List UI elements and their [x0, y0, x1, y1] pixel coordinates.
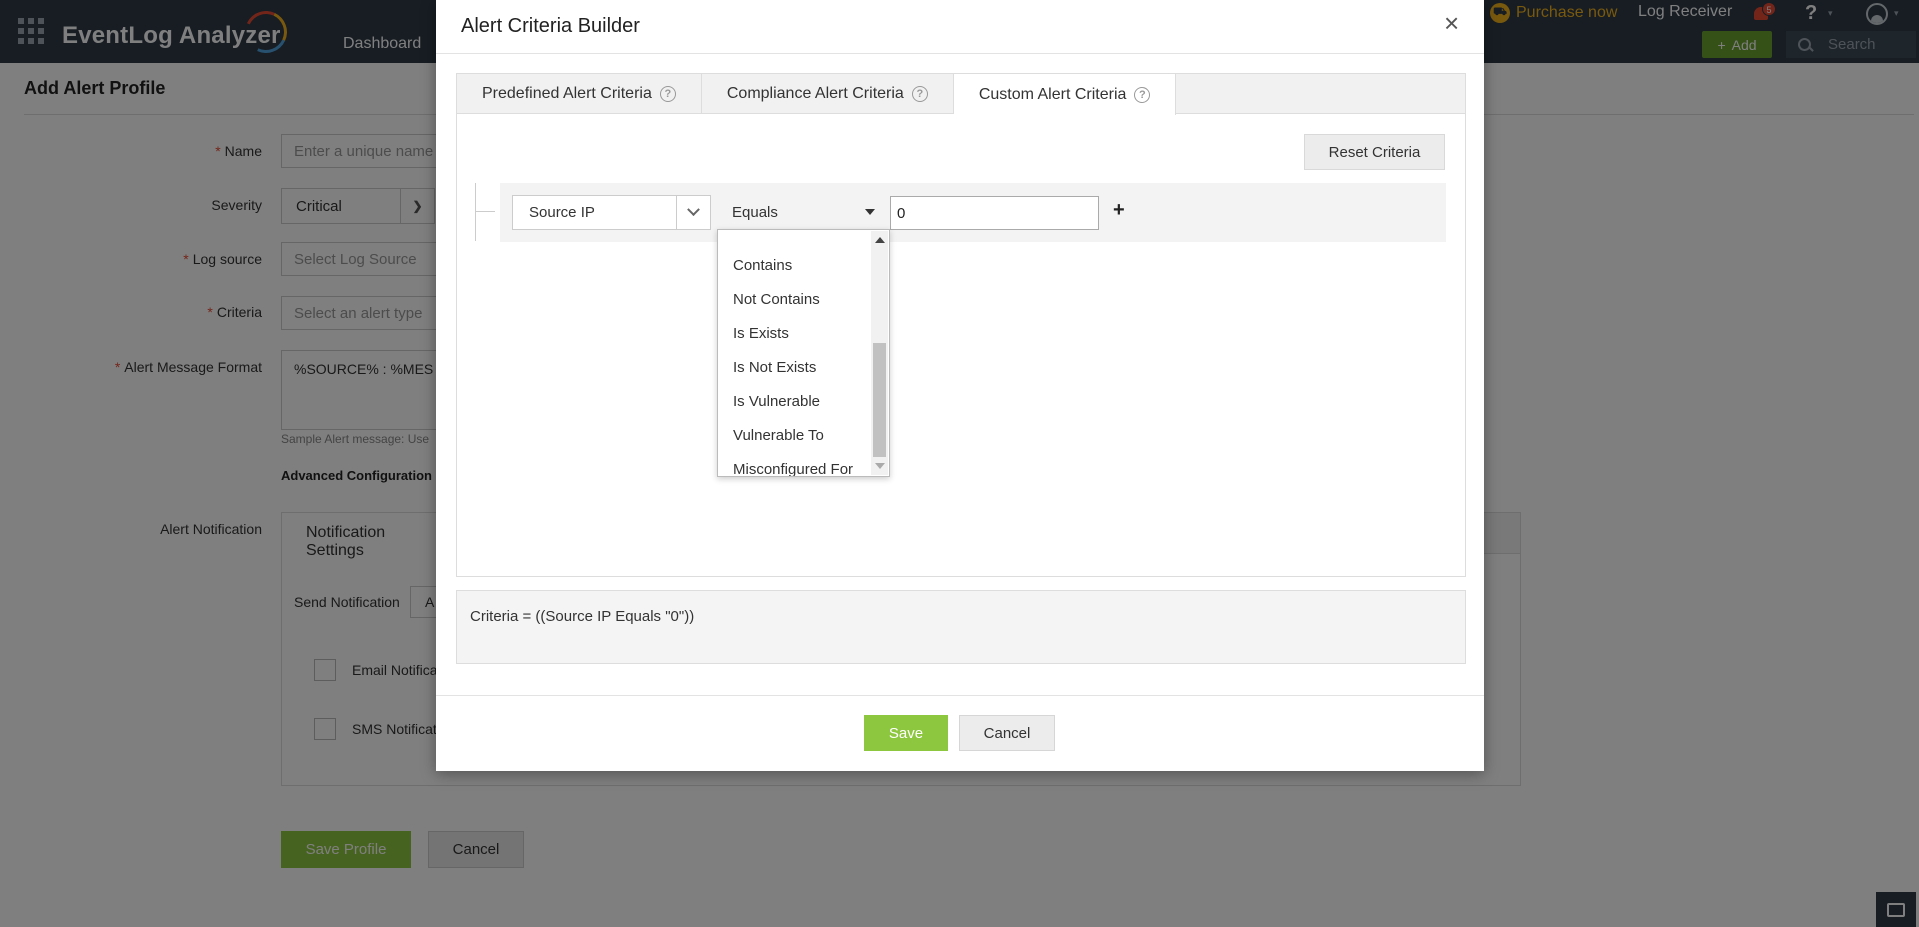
help-circle-icon[interactable]: ? [911, 86, 928, 102]
help-circle-icon[interactable]: ? [659, 86, 676, 102]
criteria-tabs: Predefined Alert Criteria ? Compliance A… [456, 73, 1466, 115]
modal-title: Alert Criteria Builder [461, 15, 640, 37]
operator-option-is-exists[interactable]: Is Exists [733, 325, 789, 342]
save-button[interactable]: Save [864, 715, 948, 751]
close-icon[interactable]: × [1444, 10, 1459, 36]
tree-connector-horizontal [475, 211, 495, 212]
scrollbar-thumb[interactable] [873, 343, 886, 457]
alert-criteria-builder-modal: Alert Criteria Builder × Predefined Aler… [436, 0, 1484, 771]
field-select[interactable]: Source IP [512, 195, 711, 230]
tab-custom-alert-criteria[interactable]: Custom Alert Criteria ? [953, 74, 1177, 115]
help-circle-icon[interactable]: ? [1134, 86, 1151, 103]
modal-footer-divider [436, 695, 1484, 696]
operator-select[interactable]: Equals [718, 195, 878, 230]
scroll-up-icon[interactable] [875, 237, 885, 243]
dropdown-scrollbar[interactable] [871, 231, 888, 475]
cancel-button[interactable]: Cancel [959, 715, 1055, 751]
value-input[interactable] [890, 196, 1099, 230]
tab-predefined-alert-criteria[interactable]: Predefined Alert Criteria ? [457, 74, 702, 114]
caret-down-icon[interactable] [865, 209, 875, 215]
operator-dropdown: Contains Not Contains Is Exists Is Not E… [717, 229, 890, 477]
add-condition-icon[interactable]: + [1113, 199, 1125, 222]
criteria-expression: Criteria = ((Source IP Equals "0")) [456, 590, 1466, 664]
tree-connector-vertical [475, 183, 476, 241]
chevron-down-icon [676, 196, 710, 229]
operator-option-contains[interactable]: Contains [733, 257, 792, 274]
operator-option-misconfigured-for[interactable]: Misconfigured For [733, 461, 853, 476]
scroll-down-icon[interactable] [875, 463, 885, 469]
reset-criteria-button[interactable]: Reset Criteria [1304, 134, 1445, 170]
operator-option-is-not-exists[interactable]: Is Not Exists [733, 359, 816, 376]
operator-option-vulnerable-to[interactable]: Vulnerable To [733, 427, 824, 444]
tab-compliance-alert-criteria[interactable]: Compliance Alert Criteria ? [702, 74, 954, 114]
modal-header-divider [436, 53, 1484, 54]
operator-option-not-contains[interactable]: Not Contains [733, 291, 820, 308]
operator-option-is-vulnerable[interactable]: Is Vulnerable [733, 393, 820, 410]
